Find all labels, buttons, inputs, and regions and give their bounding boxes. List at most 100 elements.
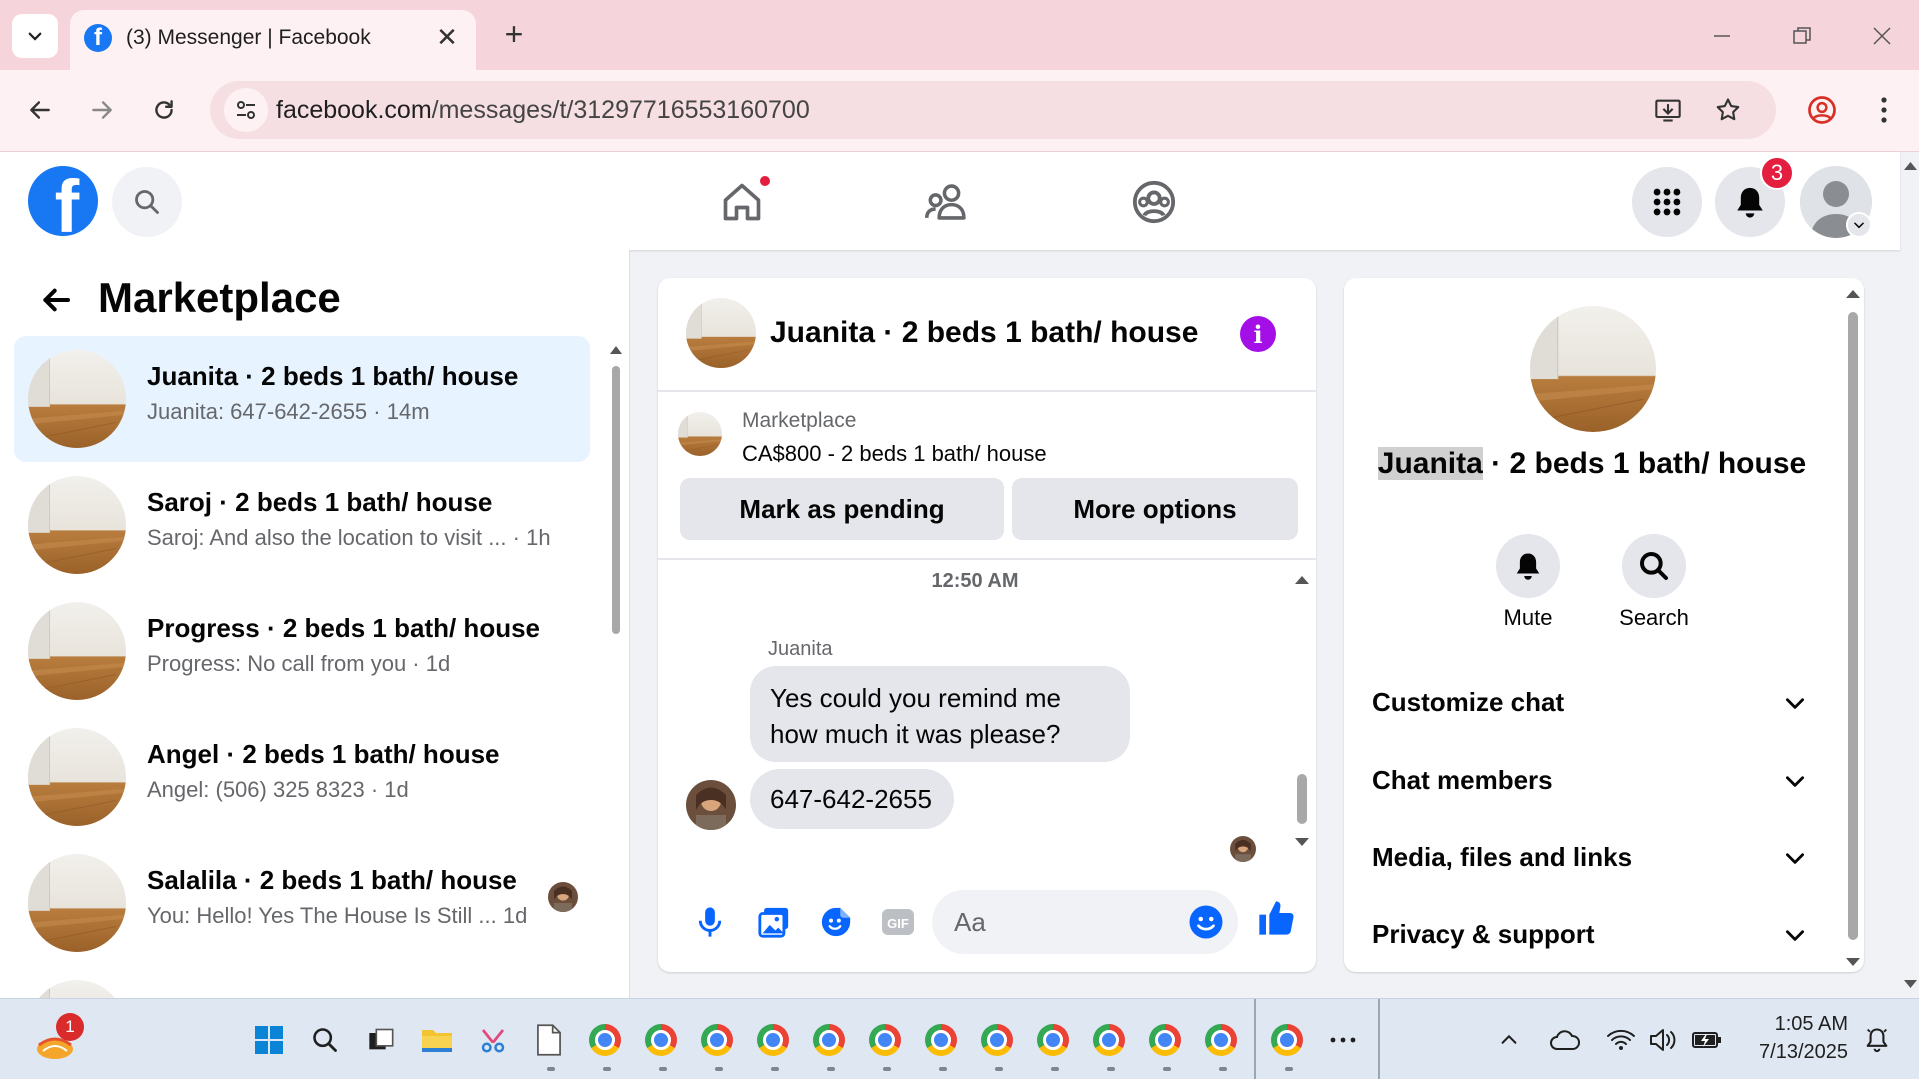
snipping-tool-icon[interactable] — [472, 1019, 514, 1061]
conversation-item[interactable]: Angel · 2 beds 1 bath/ house Angel: (506… — [14, 714, 590, 840]
minimize-icon[interactable] — [1702, 18, 1742, 54]
reload-icon[interactable] — [142, 88, 186, 132]
taskbar-search-icon[interactable] — [304, 1019, 346, 1061]
section-label: Chat members — [1372, 765, 1553, 795]
conversation-details-panel: Juanita · 2 beds 1 bath/ house Mute Sear… — [1344, 278, 1864, 972]
install-app-icon[interactable] — [1646, 88, 1690, 132]
start-windows-icon[interactable] — [248, 1019, 290, 1061]
listing-source-label: Marketplace — [742, 409, 857, 432]
conversation-avatar[interactable] — [1530, 306, 1656, 432]
chrome-icon[interactable] — [584, 1019, 626, 1061]
chrome-icon[interactable] — [920, 1019, 962, 1061]
new-tab-button[interactable]: + — [496, 16, 532, 52]
volume-icon[interactable] — [1642, 1019, 1684, 1061]
section-label: Media, files and links — [1372, 842, 1633, 872]
conversation-item[interactable]: Saroj · 2 beds 1 bath/ house Saroj: And … — [14, 462, 590, 588]
chrome-icon[interactable] — [1266, 1019, 1308, 1061]
thumbs-up-icon[interactable] — [1254, 896, 1298, 940]
chat-members-section[interactable]: Chat members — [1372, 760, 1812, 800]
page-scrollbar[interactable] — [1902, 152, 1919, 998]
back-arrow-icon[interactable] — [34, 278, 78, 322]
taskbar-divider — [1254, 999, 1256, 1079]
clock-date[interactable]: 7/13/2025 — [1738, 1039, 1848, 1065]
chrome-icon[interactable] — [640, 1019, 682, 1061]
onedrive-cloud-icon[interactable] — [1544, 1019, 1586, 1061]
file-explorer-icon[interactable] — [416, 1019, 458, 1061]
chrome-icon[interactable] — [1088, 1019, 1130, 1061]
site-info-icon[interactable] — [224, 88, 268, 132]
home-icon[interactable] — [714, 174, 772, 230]
chrome-icon[interactable] — [864, 1019, 906, 1061]
conversation-info-icon[interactable]: i — [1240, 316, 1276, 352]
message-bubble[interactable]: 647-642-2655 — [750, 769, 954, 829]
media-files-links-section[interactable]: Media, files and links — [1372, 837, 1812, 877]
browser-menu-icon[interactable] — [1862, 88, 1906, 132]
emoji-icon[interactable] — [1188, 904, 1224, 940]
chat-title[interactable]: Juanita · 2 beds 1 bath/ house — [770, 316, 1198, 350]
more-apps-icon[interactable] — [1322, 1019, 1364, 1061]
chrome-icon[interactable] — [808, 1019, 850, 1061]
listing-price-title[interactable]: CA$800 - 2 beds 1 bath/ house — [742, 440, 1047, 468]
restore-icon[interactable] — [1782, 18, 1822, 54]
listing-thumbnail[interactable] — [678, 412, 722, 456]
clock-time[interactable]: 1:05 AM — [1748, 1011, 1848, 1037]
microphone-icon[interactable] — [688, 900, 732, 944]
menu-grid-icon[interactable] — [1632, 167, 1702, 237]
customize-chat-section[interactable]: Customize chat — [1372, 682, 1812, 722]
photo-attach-icon[interactable] — [752, 900, 796, 944]
chrome-icon[interactable] — [1032, 1019, 1074, 1061]
chevron-down-icon — [1782, 922, 1808, 948]
chat-avatar[interactable] — [686, 298, 756, 368]
privacy-support-section[interactable]: Privacy & support — [1372, 914, 1812, 954]
tab-search-button[interactable] — [12, 14, 58, 58]
account-menu-chevron-icon[interactable] — [1846, 212, 1872, 238]
conversation-item[interactable]: Salalila · 2 beds 1 bath/ house You: Hel… — [14, 840, 590, 966]
chrome-icon[interactable] — [696, 1019, 738, 1061]
notification-center-icon[interactable] — [1856, 1019, 1898, 1061]
close-tab-icon[interactable]: ✕ — [432, 22, 462, 52]
mute-button[interactable] — [1496, 534, 1560, 598]
tab-title: (3) Messenger | Facebook — [126, 26, 371, 49]
message-bubble[interactable]: Yes could you remind me how much it was … — [750, 666, 1130, 762]
close-window-icon[interactable] — [1862, 18, 1902, 54]
facebook-logo-icon[interactable]: f — [28, 166, 98, 236]
chrome-icon[interactable] — [1200, 1019, 1242, 1061]
conversation-title: Angel · 2 beds 1 bath/ house — [147, 739, 500, 769]
more-options-button[interactable]: More options — [1012, 478, 1298, 540]
bookmark-star-icon[interactable] — [1706, 88, 1750, 132]
conversation-item[interactable]: Progress · 2 beds 1 bath/ house Progress… — [14, 588, 590, 714]
search-in-conversation-button[interactable] — [1622, 534, 1686, 598]
forward-icon[interactable] — [80, 88, 124, 132]
show-hidden-icons-chevron-icon[interactable] — [1488, 1019, 1530, 1061]
chat-scrollbar[interactable] — [1292, 568, 1312, 858]
sticker-icon[interactable] — [814, 900, 858, 944]
chrome-icon[interactable] — [752, 1019, 794, 1061]
address-bar[interactable]: facebook.com/messages/t/3129771655316070… — [210, 81, 1776, 139]
sender-avatar[interactable] — [686, 780, 736, 830]
running-indicator — [771, 1067, 779, 1071]
friends-icon[interactable] — [920, 174, 976, 230]
browser-tab-active[interactable]: f (3) Messenger | Facebook ✕ — [70, 10, 476, 70]
groups-icon[interactable] — [1126, 174, 1182, 230]
details-scrollbar[interactable] — [1844, 282, 1862, 972]
widgets-badge: 1 — [56, 1013, 84, 1041]
message-text-field[interactable] — [932, 890, 1182, 954]
chrome-icon[interactable] — [1144, 1019, 1186, 1061]
profile-icon[interactable] — [1800, 88, 1844, 132]
back-icon[interactable] — [18, 88, 62, 132]
mark-as-pending-button[interactable]: Mark as pending — [680, 478, 1004, 540]
chevron-down-icon — [1782, 690, 1808, 716]
listing-thumbnail — [28, 854, 126, 952]
battery-charging-icon[interactable] — [1686, 1019, 1728, 1061]
conversation-list-scrollbar[interactable] — [608, 340, 624, 1044]
conversation-item[interactable]: Juanita · 2 beds 1 bath/ house Juanita: … — [14, 336, 590, 462]
running-indicator — [1163, 1067, 1171, 1071]
chevron-down-icon — [1782, 768, 1808, 794]
message-input[interactable] — [932, 890, 1238, 954]
notepad-icon[interactable] — [528, 1019, 570, 1061]
search-icon[interactable] — [112, 167, 182, 237]
wifi-icon[interactable] — [1600, 1019, 1642, 1061]
task-view-icon[interactable] — [360, 1019, 402, 1061]
chrome-icon[interactable] — [976, 1019, 1018, 1061]
gif-icon[interactable]: GIF — [876, 900, 920, 944]
